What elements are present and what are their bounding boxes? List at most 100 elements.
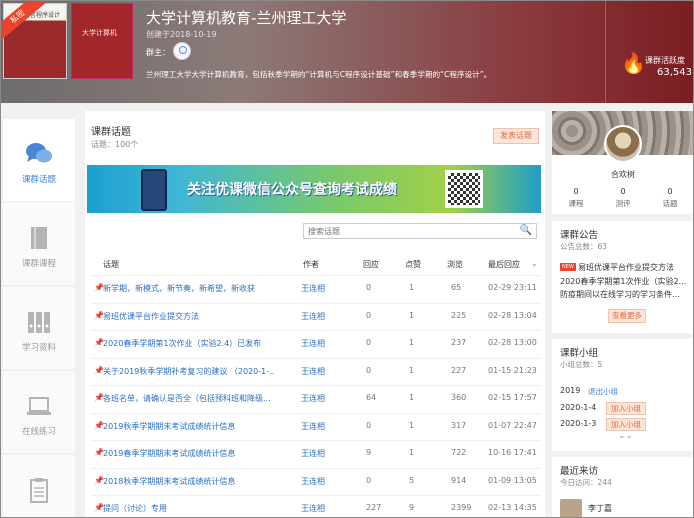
view-more-button[interactable]: 查看更多	[608, 309, 646, 323]
notice-card: 课群公告 公告总数：63 NEW 易班优课平台作业提交方法 2020春季学期第1…	[552, 221, 693, 333]
group-name[interactable]: 2019	[560, 386, 580, 395]
nav-item-tests[interactable]	[3, 455, 75, 517]
groups-count: 小组总数：5	[560, 360, 603, 369]
reply-count: 0	[366, 283, 372, 292]
table-row[interactable]: 📌 提问（讨论）专用 王连相 227 9 2399 02-13 14:35	[91, 495, 541, 517]
table-row[interactable]: 📌 2018秋季学期期末考试成绩统计信息 王连相 0 5 914 01-09 13:05	[91, 467, 541, 495]
topic-title-link[interactable]: 各班名单，请确认是否全（包括预科班和降级...	[103, 393, 271, 404]
nav-item-materials[interactable]: 学习资料	[3, 287, 75, 369]
profile-name[interactable]: 合欢树	[552, 169, 693, 180]
topic-title-link[interactable]: 2019秋季学期期末考试成绩统计信息	[103, 421, 235, 432]
like-count: 1	[409, 393, 415, 402]
notice-title: 课群公告	[560, 230, 599, 241]
topic-title-link[interactable]: 2019春季学期期末考试成绩统计信息	[103, 448, 235, 459]
author-link[interactable]: 王连相	[301, 503, 325, 514]
stat-label: 课程	[568, 199, 584, 208]
search-icon[interactable]: 🔍	[520, 225, 532, 237]
table-row[interactable]: 📌 各班名单，请确认是否全（包括预科班和降级... 王连相 64 1 360 02-15 1…	[91, 385, 541, 412]
table-row[interactable]: 📌 易班优课平台作业提交方法 王连相 0 1 225 02-28 13:04	[91, 302, 541, 330]
search-input[interactable]	[304, 224, 504, 238]
header-divider	[605, 1, 606, 103]
author-link[interactable]: 王连相	[301, 283, 325, 294]
nav-item-topics[interactable]: 课群话题	[3, 119, 75, 201]
author-link[interactable]: 王连相	[301, 366, 325, 377]
last-reply-time: 02-29 23:11	[488, 283, 537, 292]
post-topic-button[interactable]: 发表话题	[493, 128, 539, 144]
banner-text: 关注优课微信公众号查询考试成绩	[187, 182, 397, 198]
view-count: 914	[451, 475, 467, 485]
group-name[interactable]: 2020-1-3	[560, 419, 596, 428]
table-row[interactable]: 📌 2020春季学期第1次作业（实验2.4）已发布 王连相 0 1 237 02-28 13…	[91, 330, 541, 357]
owner-avatar-icon[interactable]	[173, 42, 191, 60]
table-row[interactable]: 📌 2019春季学期期末考试成绩统计信息 王连相 9 1 722 10-16 17:41	[91, 440, 541, 467]
stat-value: 0	[573, 187, 579, 196]
course-description: 兰州理工大学大学计算机教育，包括秋季学期的“计算机与C程序设计基础”和春季学期的…	[146, 70, 492, 79]
stat-tests[interactable]: 0 测评	[605, 187, 641, 209]
author-link[interactable]: 王连相	[301, 421, 325, 432]
last-reply-time: 01-15 21:23	[488, 365, 537, 375]
course-cover-image[interactable]: 高级语言程序设计 私密	[1, 1, 67, 79]
topic-count: 话题：100个	[91, 140, 139, 149]
book-title-text: 大学计算机	[82, 29, 117, 37]
like-count: 1	[409, 338, 415, 347]
topic-title-link[interactable]: 新学期，新模式，新节奏，新希望，新收获	[103, 283, 255, 294]
last-reply-time: 01-07 22:47	[488, 420, 537, 430]
topic-title-link[interactable]: 关于2019秋季学期补考复习的建议 （2020-1-...	[103, 366, 275, 377]
topic-title-link[interactable]: 2020春季学期第1次作业（实验2.4）已发布	[103, 338, 261, 349]
page-frame: 高级语言程序设计 私密 大学计算机 大学计算机教育-兰州理工大学 创建于2018…	[0, 0, 694, 518]
topic-title-link[interactable]: 2018秋季学期期末考试成绩统计信息	[103, 476, 235, 487]
laptop-icon	[25, 393, 53, 419]
visitor-name[interactable]: 李丁嘉	[588, 503, 612, 514]
sort-chevron-icon[interactable]: ⌄	[531, 259, 538, 268]
nav-label: 课群课程	[21, 259, 56, 269]
column-last-reply[interactable]: 最后回应	[488, 259, 520, 270]
stat-courses[interactable]: 0 课程	[558, 187, 594, 209]
activity-label: 课群活跃度	[645, 56, 685, 65]
reply-count: 227	[366, 503, 382, 512]
join-group-button[interactable]: 加入小组	[606, 402, 646, 415]
view-count: 360	[451, 393, 467, 402]
visits-count: 今日访问：244	[560, 478, 612, 487]
book-icon	[25, 225, 53, 251]
author-link[interactable]: 王连相	[301, 448, 325, 459]
avatar[interactable]	[604, 125, 642, 163]
author-link[interactable]: 王连相	[301, 393, 325, 404]
author-link[interactable]: 王连相	[301, 311, 325, 322]
nav-label: 课群话题	[21, 175, 56, 185]
table-row[interactable]: 📌 关于2019秋季学期补考复习的建议 （2020-1-... 王连相 0 1 227 01…	[91, 357, 541, 385]
nav-item-practice[interactable]: 在线练习	[3, 371, 75, 453]
view-count: 237	[451, 338, 467, 347]
table-row[interactable]: 📌 2019秋季学期期末考试成绩统计信息 王连相 0 1 317 01-07 22:47	[91, 412, 541, 440]
author-link[interactable]: 王连相	[301, 476, 325, 487]
author-link[interactable]: 王连相	[301, 338, 325, 349]
nav-label: 学习资料	[21, 343, 56, 353]
view-count: 225	[451, 310, 467, 320]
topic-title-link[interactable]: 提问（讨论）专用	[103, 503, 167, 514]
stat-topics[interactable]: 0 话题	[652, 187, 688, 209]
course-header: 高级语言程序设计 私密 大学计算机 大学计算机教育-兰州理工大学 创建于2018…	[1, 1, 693, 103]
group-name[interactable]: 2020-1-4	[560, 403, 596, 412]
nav-item-courses[interactable]: 课群课程	[3, 203, 75, 285]
reply-count: 0	[366, 310, 372, 320]
topic-title-link[interactable]: 易班优课平台作业提交方法	[103, 311, 199, 322]
left-nav: 课群话题 课群课程 学习资料 在线练习	[1, 103, 75, 517]
join-group-button[interactable]: 加入小组	[606, 418, 646, 431]
notice-item[interactable]: 易班优课平台作业提交方法	[578, 262, 688, 273]
avatar[interactable]	[560, 499, 582, 517]
like-count: 1	[409, 310, 415, 320]
reply-count: 64	[366, 393, 377, 402]
expand-chevron-icon[interactable]: ⌄⌄	[618, 431, 633, 441]
stat-label: 话题	[662, 199, 678, 208]
notice-item[interactable]: 防疫期间以在线学习的学习条件...	[560, 289, 690, 300]
stat-value: 0	[667, 187, 673, 196]
stat-label: 测评	[615, 199, 631, 208]
visits-card: 最近来访 今日访问：244 李丁嘉	[552, 457, 693, 517]
leave-group-link[interactable]: 退出小组	[588, 386, 618, 397]
private-ribbon: 私密	[1, 1, 46, 42]
like-count: 1	[409, 283, 415, 292]
table-row[interactable]: 📌 新学期，新模式，新节奏，新希望，新收获 王连相 0 1 65 02-29 23:11	[91, 275, 541, 302]
column-replies: 回应	[363, 260, 379, 269]
qr-code-icon	[445, 170, 483, 208]
notice-item[interactable]: 2020春季学期第1次作业（实验2...	[560, 276, 690, 287]
wechat-banner[interactable]: 关注优课微信公众号查询考试成绩	[87, 165, 541, 213]
